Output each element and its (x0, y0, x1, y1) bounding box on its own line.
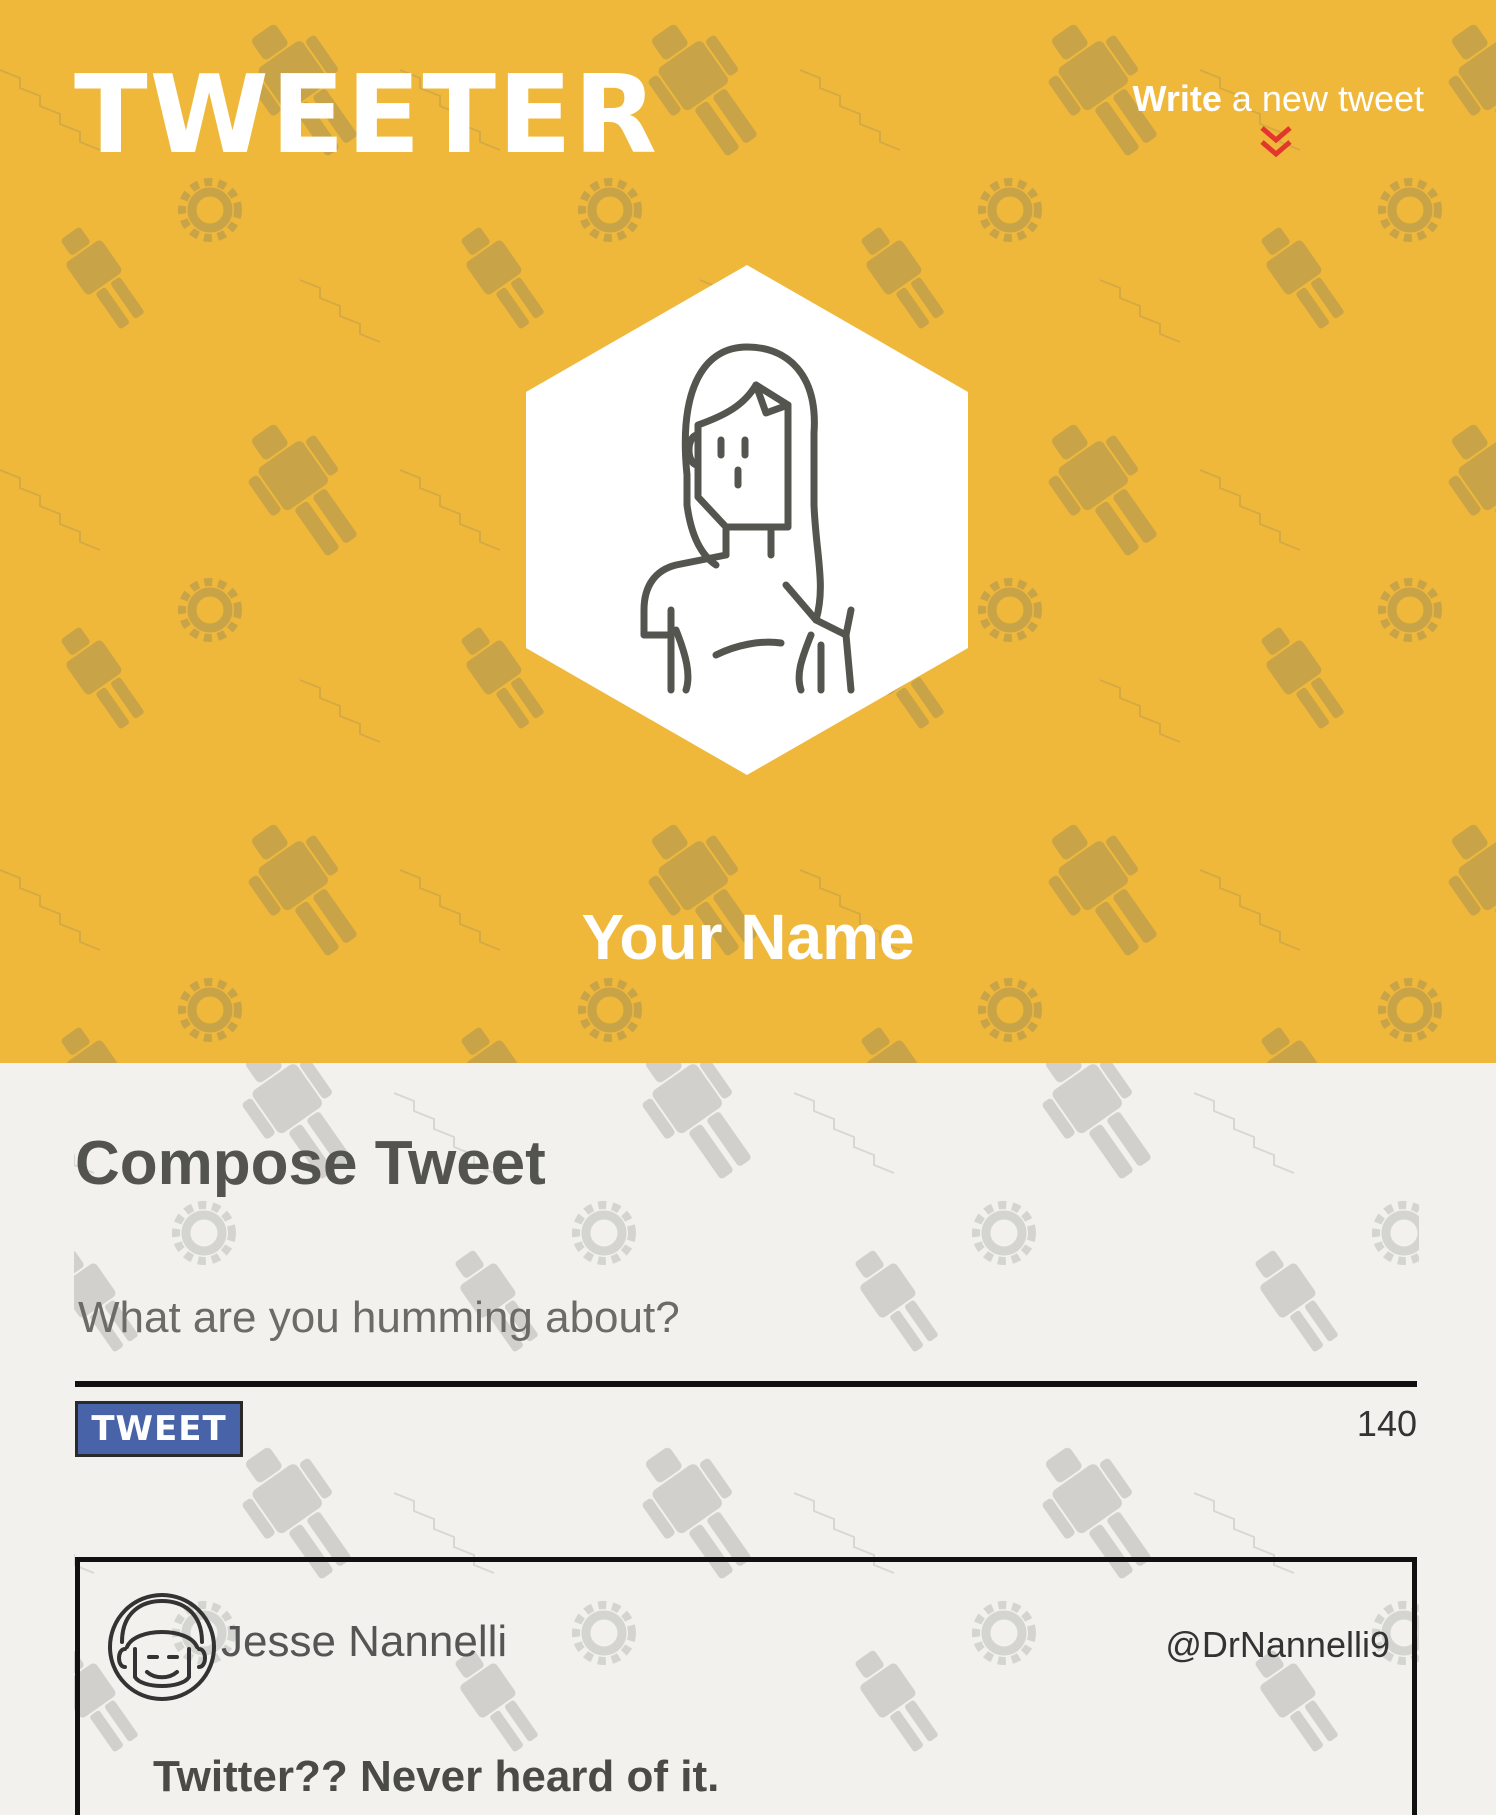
tweet-text: Twitter?? Never heard of it. (153, 1752, 720, 1801)
input-underline (75, 1381, 1417, 1387)
compose-tweet-title: Compose Tweet (75, 1129, 546, 1198)
tweet-card: Jesse Nannelli @DrNannelli9 Twitter?? Ne… (75, 1557, 1417, 1815)
tweet-submit-button[interactable]: TWEET (75, 1401, 243, 1457)
tweet-author-handle: @DrNannelli9 (1165, 1624, 1390, 1665)
write-new-tweet-link[interactable]: Write a new tweet (1133, 78, 1424, 120)
page-edge (1496, 0, 1501, 1815)
write-link-bold: Write (1132, 78, 1222, 119)
write-link-rest: a new tweet (1221, 78, 1424, 119)
page: TWEETER Write a new tweet Your Name Comp… (0, 0, 1496, 1815)
user-avatar-icon (526, 265, 968, 775)
profile-name: Your Name (581, 901, 915, 973)
character-counter: 140 (1356, 1403, 1417, 1444)
app-logo[interactable]: TWEETER (74, 62, 659, 170)
tweet-author-avatar-icon (108, 1593, 216, 1701)
double-chevron-down-icon[interactable] (1259, 124, 1293, 160)
tweet-text-input[interactable] (75, 1288, 1421, 1348)
profile-header: TWEETER Write a new tweet Your Name (0, 0, 1496, 1063)
tweet-author-name: Jesse Nannelli (221, 1617, 508, 1666)
